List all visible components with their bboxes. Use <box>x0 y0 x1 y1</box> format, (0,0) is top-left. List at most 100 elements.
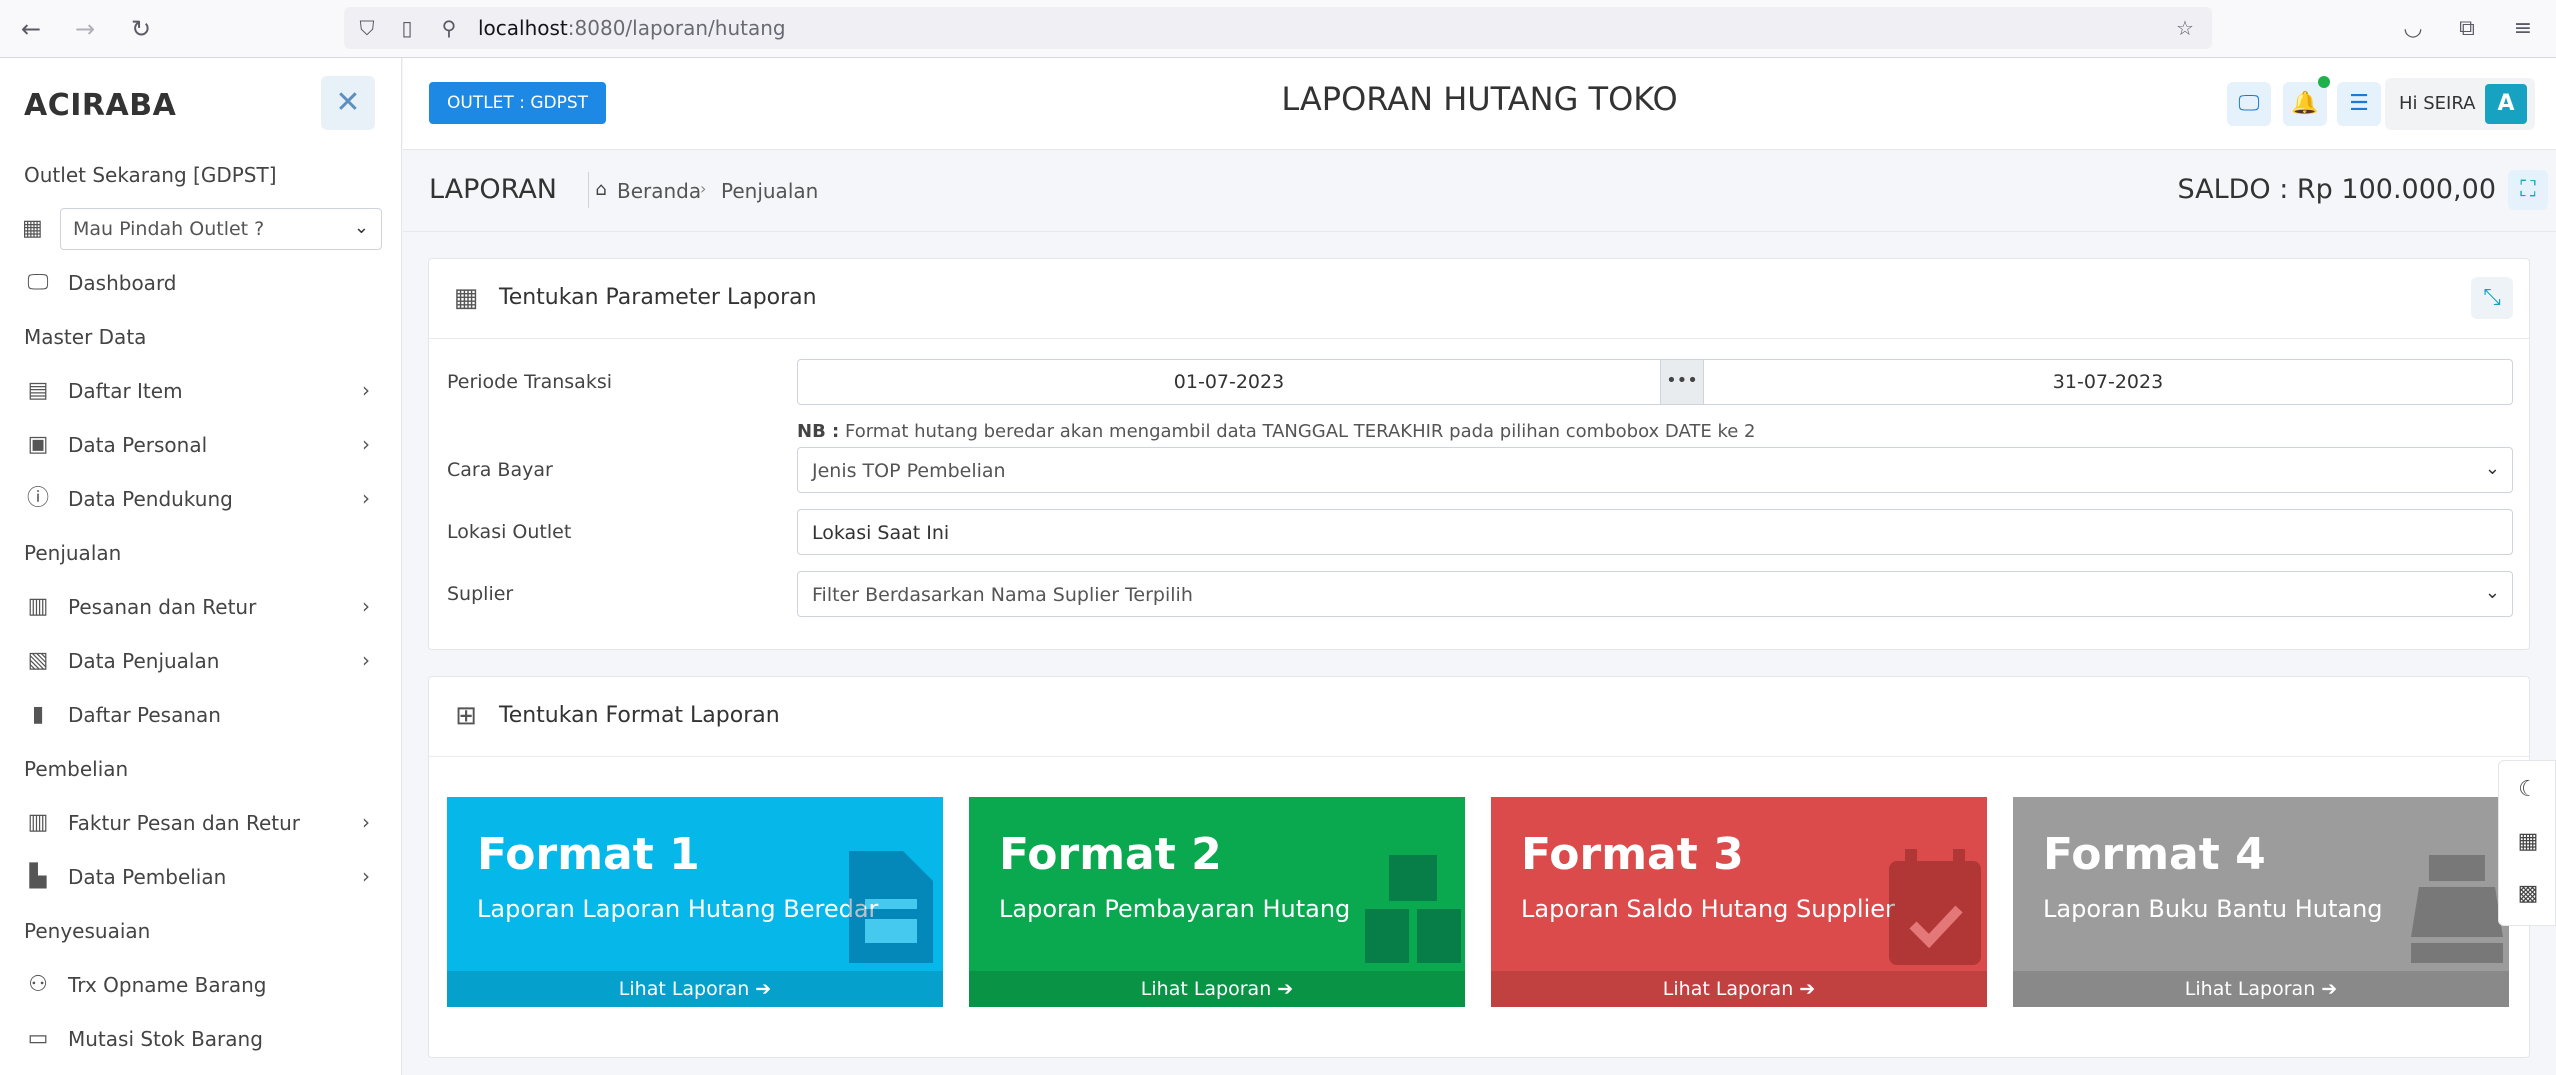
format-tile-4[interactable]: Format 4 Laporan Buku Bantu Hutang Lihat… <box>2013 797 2509 1007</box>
lokasi-select[interactable]: Lokasi Saat Ini <box>797 509 2513 555</box>
browser-toolbar: ← → ↻ ⛉ ▯ ⚲ localhost:8080/laporan/hutan… <box>0 0 2556 58</box>
notification-dot <box>2318 76 2330 88</box>
current-outlet-label: Outlet Sekarang [GDPST] <box>24 163 277 187</box>
sidebar-item-daftar-pesanan[interactable]: ▮ Daftar Pesanan <box>0 690 400 740</box>
sidebar-item-label: Daftar Pesanan <box>68 703 221 727</box>
format-card-header: ⊞ Tentukan Format Laporan <box>429 677 2529 757</box>
sidebar-item-data-penjualan[interactable]: ▧ Data Penjualan › <box>0 636 400 686</box>
permissions-icon[interactable]: ⚲ <box>434 13 464 43</box>
outlet-switch-select[interactable]: Mau Pindah Outlet ? ⌄ <box>60 208 382 250</box>
sidebar-item-pesanan-retur[interactable]: ▥ Pesanan dan Retur › <box>0 582 400 632</box>
truck-loading-icon: ▙ <box>29 864 47 889</box>
sidebar-item-data-pembelian[interactable]: ▙ Data Pembelian › <box>0 852 400 902</box>
section-pembelian: Pembelian <box>24 757 129 781</box>
suplier-label: Suplier <box>447 583 514 605</box>
view-report-link[interactable]: Lihat Laporan ➔ <box>2013 971 2509 1007</box>
home-icon[interactable]: ⌂ <box>589 172 613 208</box>
bookmark-star-icon[interactable]: ☆ <box>2170 13 2200 43</box>
sidebar-item-faktur-pesan-retur[interactable]: ▥ Faktur Pesan dan Retur › <box>0 798 400 848</box>
format-tile-1[interactable]: Format 1 Laporan Laporan Hutang Beredar … <box>447 797 943 1007</box>
pallet-icon: ▤ <box>27 378 49 403</box>
periode-label: Periode Transaksi <box>447 371 613 393</box>
cara-bayar-label: Cara Bayar <box>447 459 553 481</box>
calendar-icon: ▦ <box>453 283 479 313</box>
calculator-icon[interactable]: ▩ <box>2513 879 2543 909</box>
view-report-link[interactable]: Lihat Laporan ➔ <box>969 971 1465 1007</box>
sidebar-item-mutasi-stok[interactable]: ▭ Mutasi Stok Barang <box>0 1014 400 1064</box>
user-menu[interactable]: Hi SEIRA A <box>2385 78 2535 130</box>
note-text: Format hutang beredar akan mengambil dat… <box>844 421 1756 442</box>
tile-subtitle: Laporan Buku Bantu Hutang <box>2043 895 2383 923</box>
saldo-display: SALDO : Rp 100.000,00 <box>2177 174 2496 205</box>
fullscreen-icon[interactable]: ⛶ <box>2508 170 2548 210</box>
bell-icon[interactable]: 🔔 <box>2283 82 2327 126</box>
warehouse-icon: ▦ <box>22 216 43 241</box>
date-start-input[interactable]: 01-07-2023 <box>797 359 1661 405</box>
url-text[interactable]: localhost:8080/laporan/hutang <box>478 16 786 40</box>
close-sidebar-button[interactable]: ✕ <box>321 76 375 130</box>
sidebar-item-label: Mutasi Stok Barang <box>68 1027 263 1051</box>
collapse-icon[interactable]: ⤡ <box>2471 277 2513 319</box>
cara-bayar-select[interactable]: Jenis TOP Pembelian ⌄ <box>797 447 2513 493</box>
page-icon[interactable]: ▯ <box>392 13 422 43</box>
sidebar-item-daftar-item[interactable]: ▤ Daftar Item › <box>0 366 400 416</box>
lokasi-value: Lokasi Saat Ini <box>812 522 950 544</box>
user-greeting: Hi SEIRA <box>2399 93 2476 114</box>
tile-title: Format 3 <box>1521 829 1744 880</box>
view-report-link[interactable]: Lihat Laporan ➔ <box>447 971 943 1007</box>
format-tile-3[interactable]: Format 3 Laporan Saldo Hutang Supplier L… <box>1491 797 1987 1007</box>
sidebar-item-label: Data Pembelian <box>68 865 227 889</box>
url-host: localhost <box>478 16 568 40</box>
sidebar-item-data-personal[interactable]: ▣ Data Personal › <box>0 420 400 470</box>
tile-title: Format 2 <box>999 829 1222 880</box>
monitor-icon: 🖵 <box>27 270 49 295</box>
chevron-down-icon: ⌄ <box>2484 458 2500 479</box>
section-title: LAPORAN <box>429 174 557 205</box>
section-penyesuaian: Penyesuaian <box>24 919 151 943</box>
extensions-icon[interactable]: ⧉ <box>2452 14 2482 44</box>
cash-register-icon[interactable]: ▦ <box>2513 827 2543 857</box>
menu-icon[interactable]: ≡ <box>2508 14 2538 44</box>
format-tile-2[interactable]: Format 2 Laporan Pembayaran Hutang Lihat… <box>969 797 1465 1007</box>
chevron-right-icon: › <box>362 810 370 834</box>
lokasi-row: Lokasi Outlet Lokasi Saat Ini <box>429 509 2529 555</box>
reload-icon[interactable]: ↻ <box>126 14 156 44</box>
date-note: NB : Format hutang beredar akan mengambi… <box>797 421 1756 442</box>
sidebar-item-label: Data Penjualan <box>68 649 220 673</box>
chevron-down-icon: ⌄ <box>2484 582 2500 603</box>
moon-icon[interactable]: ☾ <box>2513 775 2543 805</box>
suplier-value: Filter Berdasarkan Nama Suplier Terpilih <box>812 584 1193 606</box>
view-report-link[interactable]: Lihat Laporan ➔ <box>1491 971 1987 1007</box>
sidebar-item-dashboard[interactable]: 🖵 Dashboard <box>0 258 400 308</box>
date-end-input[interactable]: 31-07-2023 <box>1703 359 2513 405</box>
sidebar-item-trx-opname[interactable]: ⚇ Trx Opname Barang <box>0 960 400 1010</box>
boxes-icon: ▥ <box>27 594 49 619</box>
archive-icon: ▭ <box>27 1026 49 1051</box>
sidebar-item-label: Daftar Item <box>68 379 183 403</box>
shield-icon[interactable]: ⛉ <box>352 13 382 43</box>
suplier-select[interactable]: Filter Berdasarkan Nama Suplier Terpilih… <box>797 571 2513 617</box>
chevron-right-icon: › <box>362 378 370 402</box>
breadcrumb-home[interactable]: Beranda <box>617 179 701 203</box>
outlet-button[interactable]: OUTLET : GDPST <box>429 82 607 124</box>
avatar: A <box>2485 84 2527 124</box>
periode-row: Periode Transaksi 01-07-2023 ••• 31-07-2… <box>429 359 2529 442</box>
date-separator: ••• <box>1660 359 1704 405</box>
sidebar-item-label: Dashboard <box>68 271 177 295</box>
cara-bayar-row: Cara Bayar Jenis TOP Pembelian ⌄ <box>429 447 2529 493</box>
tile-subtitle: Laporan Pembayaran Hutang <box>999 895 1351 923</box>
forward-arrow-icon[interactable]: → <box>70 14 100 44</box>
sidebar-item-label: Pesanan dan Retur <box>68 595 257 619</box>
breadcrumb-bar: LAPORAN ⌂ Beranda › Penjualan SALDO : Rp… <box>403 150 2556 232</box>
address-bar[interactable]: ⛉ ▯ ⚲ localhost:8080/laporan/hutang ☆ <box>344 7 2212 49</box>
sliders-icon[interactable]: ☰ <box>2337 82 2381 126</box>
pocket-icon[interactable]: ◡ <box>2398 14 2428 44</box>
tile-subtitle: Laporan Saldo Hutang Supplier <box>1521 895 1895 923</box>
brand-logo: ACIRABA <box>24 88 177 123</box>
sidebar-item-data-pendukung[interactable]: ⓘ Data Pendukung › <box>0 474 400 524</box>
format-card-title: Tentukan Format Laporan <box>499 703 780 728</box>
chevron-right-icon: › <box>362 594 370 618</box>
monitor-icon[interactable]: 🖵 <box>2227 82 2271 126</box>
back-arrow-icon[interactable]: ← <box>16 14 46 44</box>
breadcrumb-current: Penjualan <box>721 179 819 203</box>
